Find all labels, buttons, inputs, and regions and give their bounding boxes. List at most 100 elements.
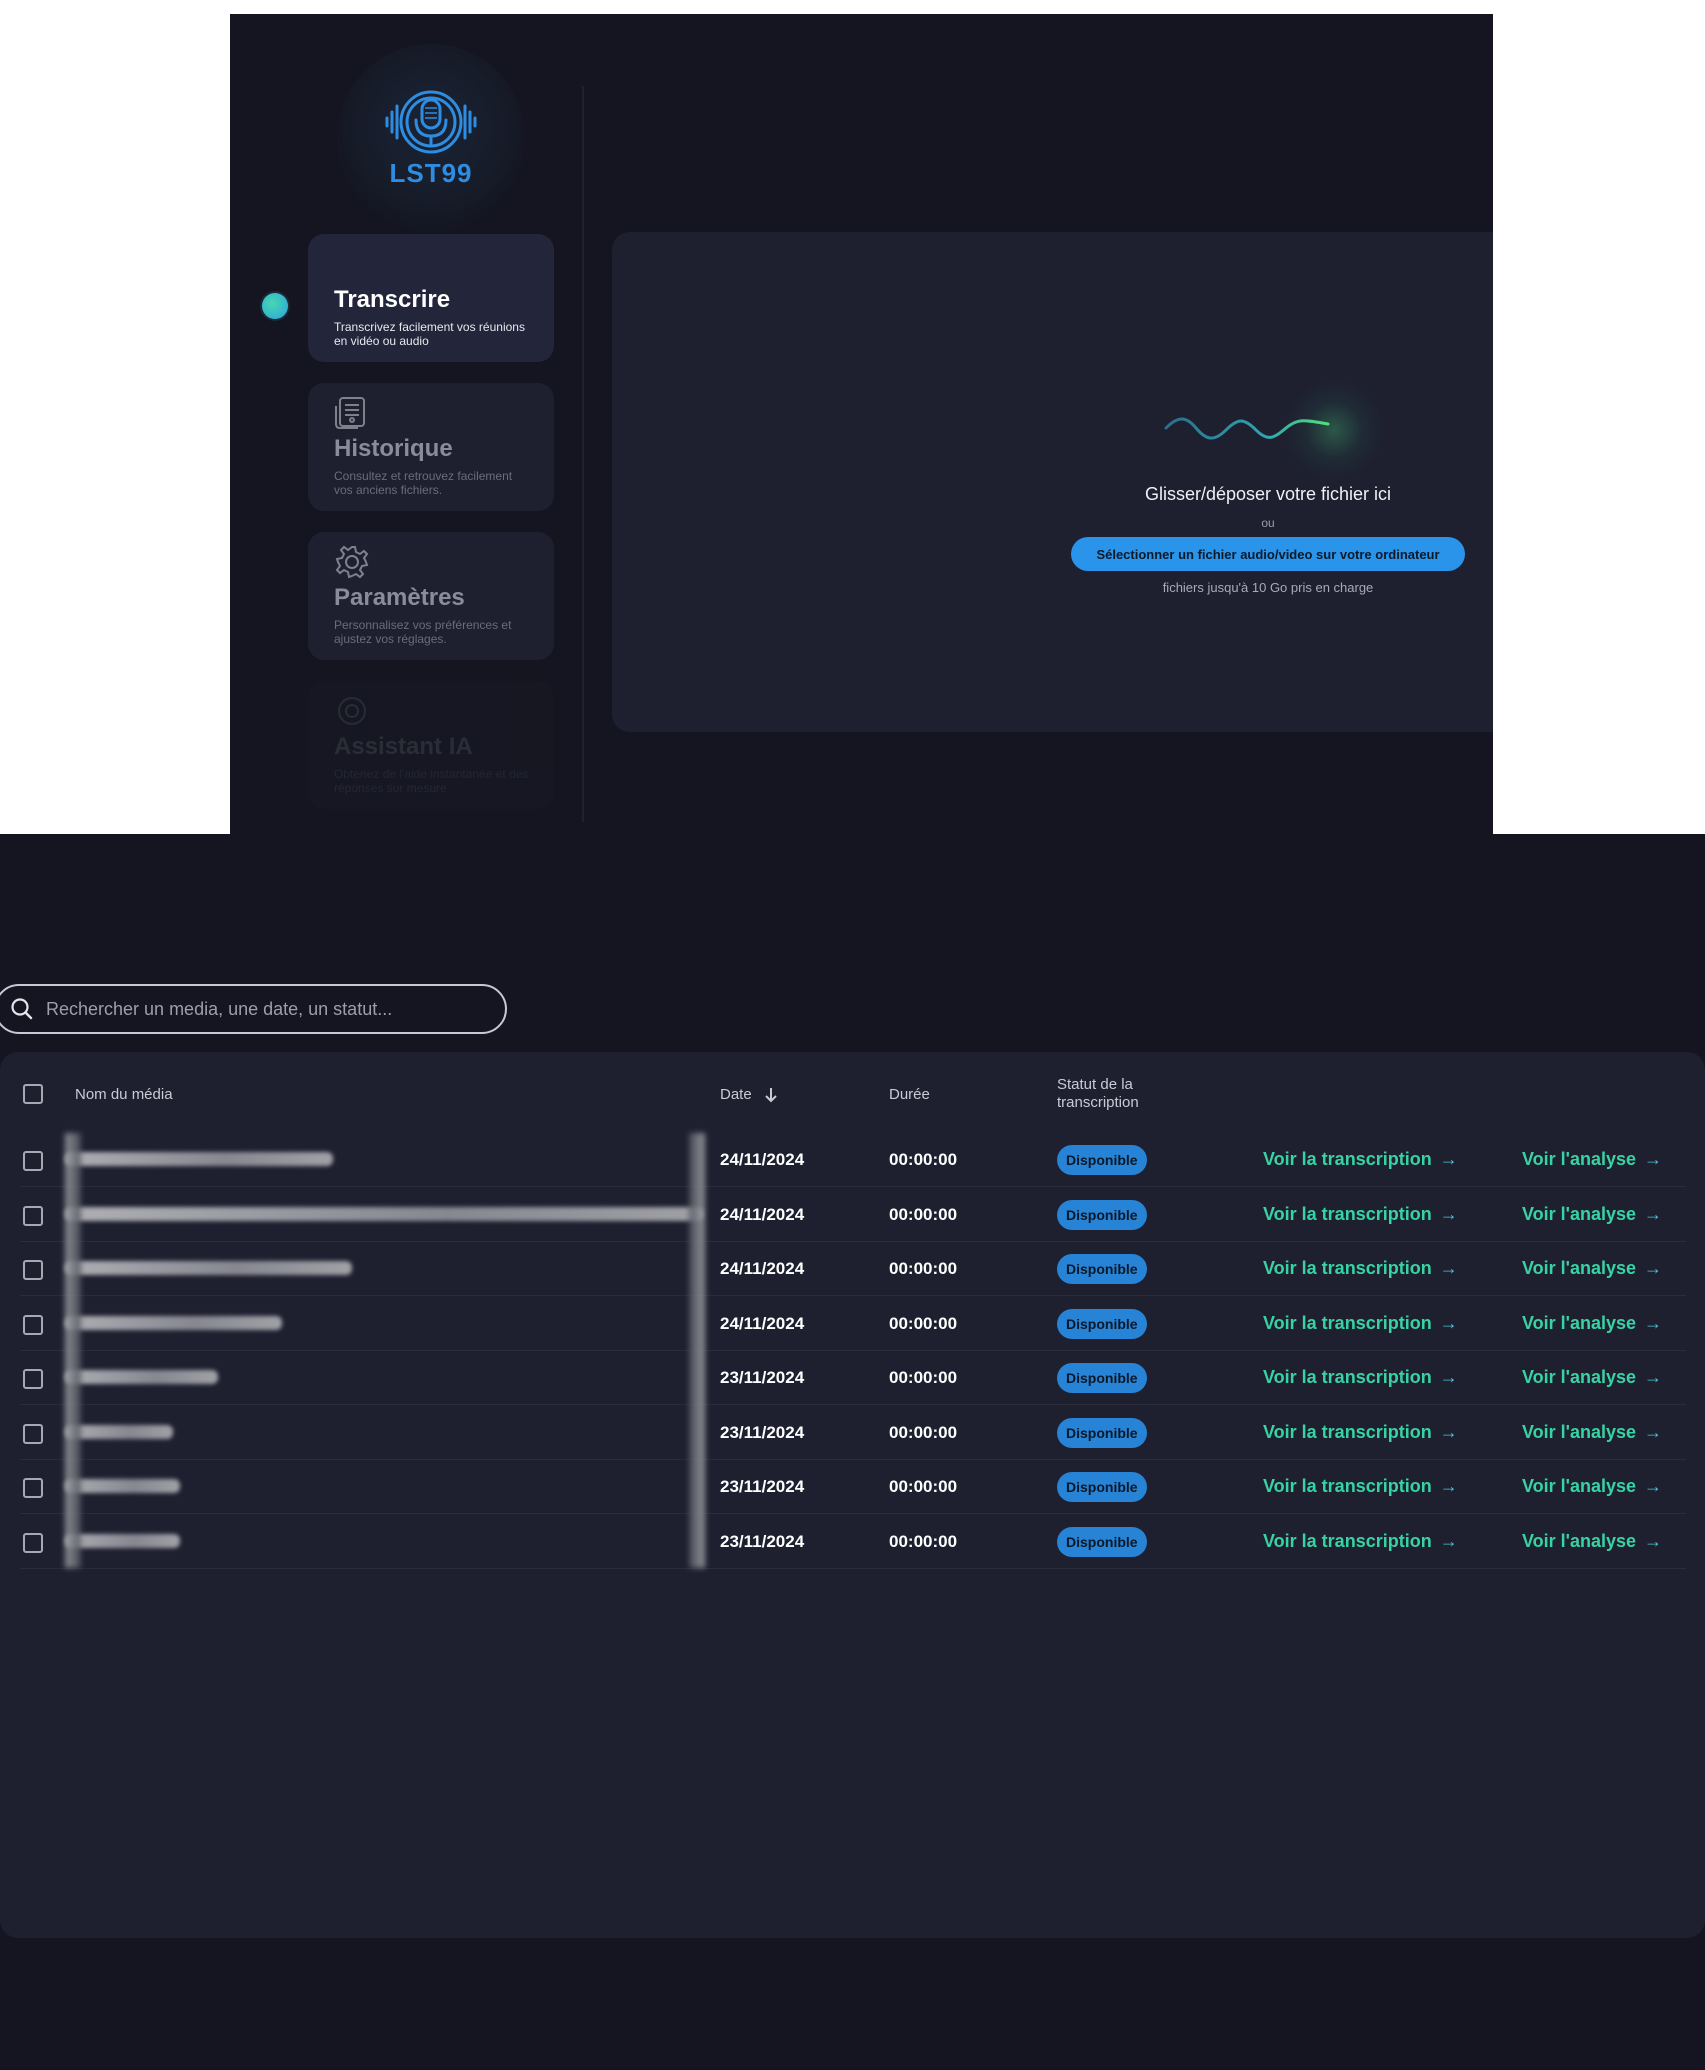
cell-duration: 00:00:00	[889, 1313, 958, 1333]
media-name-redacted	[65, 1370, 218, 1384]
sidebar-item-description: Transcrivez facilement vos réunions en v…	[334, 320, 525, 348]
media-name-redacted	[65, 1424, 173, 1439]
column-header-name[interactable]: Nom du média	[75, 1086, 173, 1104]
view-analysis-link[interactable]: Voir l'analyse →	[1522, 1531, 1662, 1552]
sidebar-item-transcrire[interactable]: Transcrire Transcrivez facilement vos ré…	[308, 234, 554, 362]
view-analysis-label: Voir l'analyse	[1522, 1421, 1637, 1442]
cell-duration: 00:00:00	[889, 1477, 958, 1496]
view-analysis-link[interactable]: Voir l'analyse →	[1522, 1422, 1662, 1443]
status-badge: Disponible	[1057, 1199, 1147, 1230]
select-file-button[interactable]: Sélectionner un fichier audio/video sur …	[1071, 537, 1465, 571]
view-analysis-label: Voir l'analyse	[1522, 1149, 1637, 1169]
row-checkbox[interactable]	[23, 1532, 43, 1553]
arrow-right-icon: →	[1439, 1476, 1458, 1496]
view-transcription-link[interactable]: Voir la transcription →	[1263, 1531, 1458, 1552]
status-badge: Disponible	[1057, 1254, 1147, 1284]
column-header-duration[interactable]: Durée	[889, 1086, 930, 1104]
media-name-redacted	[65, 1533, 180, 1548]
transcribe-window: LST99 Transcrire Transcrivez facilement …	[230, 14, 1493, 834]
audio-wave-icon	[1164, 417, 1330, 440]
arrow-right-icon: →	[1644, 1203, 1663, 1224]
cell-duration: 00:00:00	[889, 1150, 958, 1169]
view-transcription-link[interactable]: Voir la transcription →	[1263, 1204, 1458, 1225]
view-transcription-label: Voir la transcription	[1263, 1258, 1432, 1278]
column-header-date[interactable]: Date	[720, 1086, 780, 1104]
cell-date: 23/11/2024	[720, 1531, 805, 1551]
table-row: 24/11/2024 00:00:00 Disponible Voir la tran…	[20, 1188, 1686, 1242]
arrow-right-icon: →	[1644, 1149, 1663, 1169]
view-transcription-link[interactable]: Voir la transcription →	[1263, 1313, 1458, 1334]
view-analysis-link[interactable]: Voir l'analyse →	[1522, 1313, 1662, 1334]
status-badge: Disponible	[1057, 1526, 1147, 1557]
media-name-redacted	[65, 1315, 282, 1330]
view-analysis-link[interactable]: Voir l'analyse →	[1522, 1258, 1662, 1279]
view-transcription-label: Voir la transcription	[1263, 1149, 1432, 1169]
document-list-icon	[334, 395, 528, 431]
status-badge: Disponible	[1057, 1417, 1147, 1448]
view-transcription-link[interactable]: Voir la transcription →	[1263, 1422, 1458, 1443]
file-size-note: fichiers jusqu'à 10 Go pris en charge	[1162, 580, 1374, 595]
history-view: Nom du média Date Durée Statut de la tra…	[0, 834, 1705, 2070]
arrow-right-icon: →	[1644, 1367, 1663, 1387]
view-transcription-label: Voir la transcription	[1263, 1367, 1432, 1387]
arrow-right-icon: →	[1439, 1367, 1458, 1387]
gear-icon	[334, 544, 528, 580]
view-analysis-label: Voir l'analyse	[1522, 1203, 1637, 1224]
cell-date: 24/11/2024	[720, 1204, 805, 1224]
sidebar-item-parametres[interactable]: Paramètres Personnalisez vos préférences…	[308, 532, 554, 660]
arrow-right-icon: →	[1439, 1203, 1458, 1224]
view-transcription-link[interactable]: Voir la transcription →	[1263, 1476, 1458, 1497]
view-transcription-link[interactable]: Voir la transcription →	[1263, 1149, 1458, 1170]
media-name-redacted	[65, 1206, 703, 1221]
view-transcription-link[interactable]: Voir la transcription →	[1263, 1258, 1458, 1279]
row-checkbox[interactable]	[23, 1478, 43, 1498]
view-analysis-link[interactable]: Voir l'analyse →	[1522, 1476, 1662, 1497]
sidebar-item-assistant-ia[interactable]: Assistant IA Obtenez de l'aide instantan…	[308, 681, 554, 809]
microphone-logo-icon	[385, 90, 477, 153]
status-badge: Disponible	[1057, 1308, 1147, 1339]
view-analysis-label: Voir l'analyse	[1522, 1367, 1637, 1387]
cell-date: 24/11/2024	[720, 1313, 805, 1333]
row-checkbox[interactable]	[23, 1369, 43, 1389]
row-checkbox[interactable]	[23, 1260, 43, 1280]
search-bar[interactable]	[0, 984, 507, 1034]
sidebar-item-label: Historique	[334, 435, 453, 462]
row-checkbox[interactable]	[23, 1314, 43, 1335]
table-row: 23/11/2024 00:00:00 Disponible Voir la tran…	[20, 1351, 1686, 1405]
cell-date: 24/11/2024	[720, 1150, 805, 1169]
table-row: 23/11/2024 00:00:00 Disponible Voir la tran…	[20, 1460, 1686, 1514]
history-table: Nom du média Date Durée Statut de la tra…	[0, 1052, 1705, 1938]
column-header-status[interactable]: Statut de la transcription	[1057, 1076, 1167, 1112]
status-badge: Disponible	[1057, 1145, 1147, 1175]
cell-duration: 00:00:00	[889, 1422, 958, 1442]
arrow-right-icon: →	[1644, 1258, 1663, 1278]
cell-date: 23/11/2024	[720, 1477, 805, 1496]
cell-date: 23/11/2024	[720, 1368, 805, 1387]
row-checkbox[interactable]	[23, 1423, 43, 1444]
arrow-right-icon: →	[1644, 1530, 1663, 1551]
sidebar-item-historique[interactable]: Historique Consultez et retrouvez facile…	[308, 383, 554, 511]
ai-gear-icon	[334, 693, 528, 729]
view-transcription-link[interactable]: Voir la transcription →	[1263, 1367, 1458, 1388]
select-all-checkbox[interactable]	[23, 1084, 43, 1104]
row-checkbox[interactable]	[23, 1205, 43, 1226]
redaction-edge-left	[65, 1133, 81, 1568]
view-analysis-link[interactable]: Voir l'analyse →	[1522, 1367, 1662, 1388]
sidebar-item-label: Transcrire	[334, 286, 451, 313]
view-analysis-link[interactable]: Voir l'analyse →	[1522, 1204, 1662, 1225]
arrow-right-icon: →	[1439, 1530, 1458, 1551]
cell-duration: 00:00:00	[889, 1368, 958, 1387]
cell-duration: 00:00:00	[889, 1531, 958, 1551]
view-analysis-label: Voir l'analyse	[1522, 1312, 1637, 1333]
status-badge: Disponible	[1057, 1363, 1147, 1393]
or-text: ou	[1261, 516, 1275, 530]
upload-dropzone[interactable]: Glisser/déposer votre fichier ici ou Sél…	[612, 232, 1493, 732]
row-checkbox[interactable]	[23, 1151, 43, 1171]
media-name-redacted	[65, 1261, 352, 1275]
search-input[interactable]	[46, 998, 486, 1020]
sidebar-item-label: Paramètres	[334, 584, 465, 611]
sidebar-divider	[582, 86, 584, 822]
status-badge: Disponible	[1057, 1472, 1147, 1502]
view-analysis-link[interactable]: Voir l'analyse →	[1522, 1149, 1662, 1170]
media-name-redacted	[65, 1152, 333, 1166]
